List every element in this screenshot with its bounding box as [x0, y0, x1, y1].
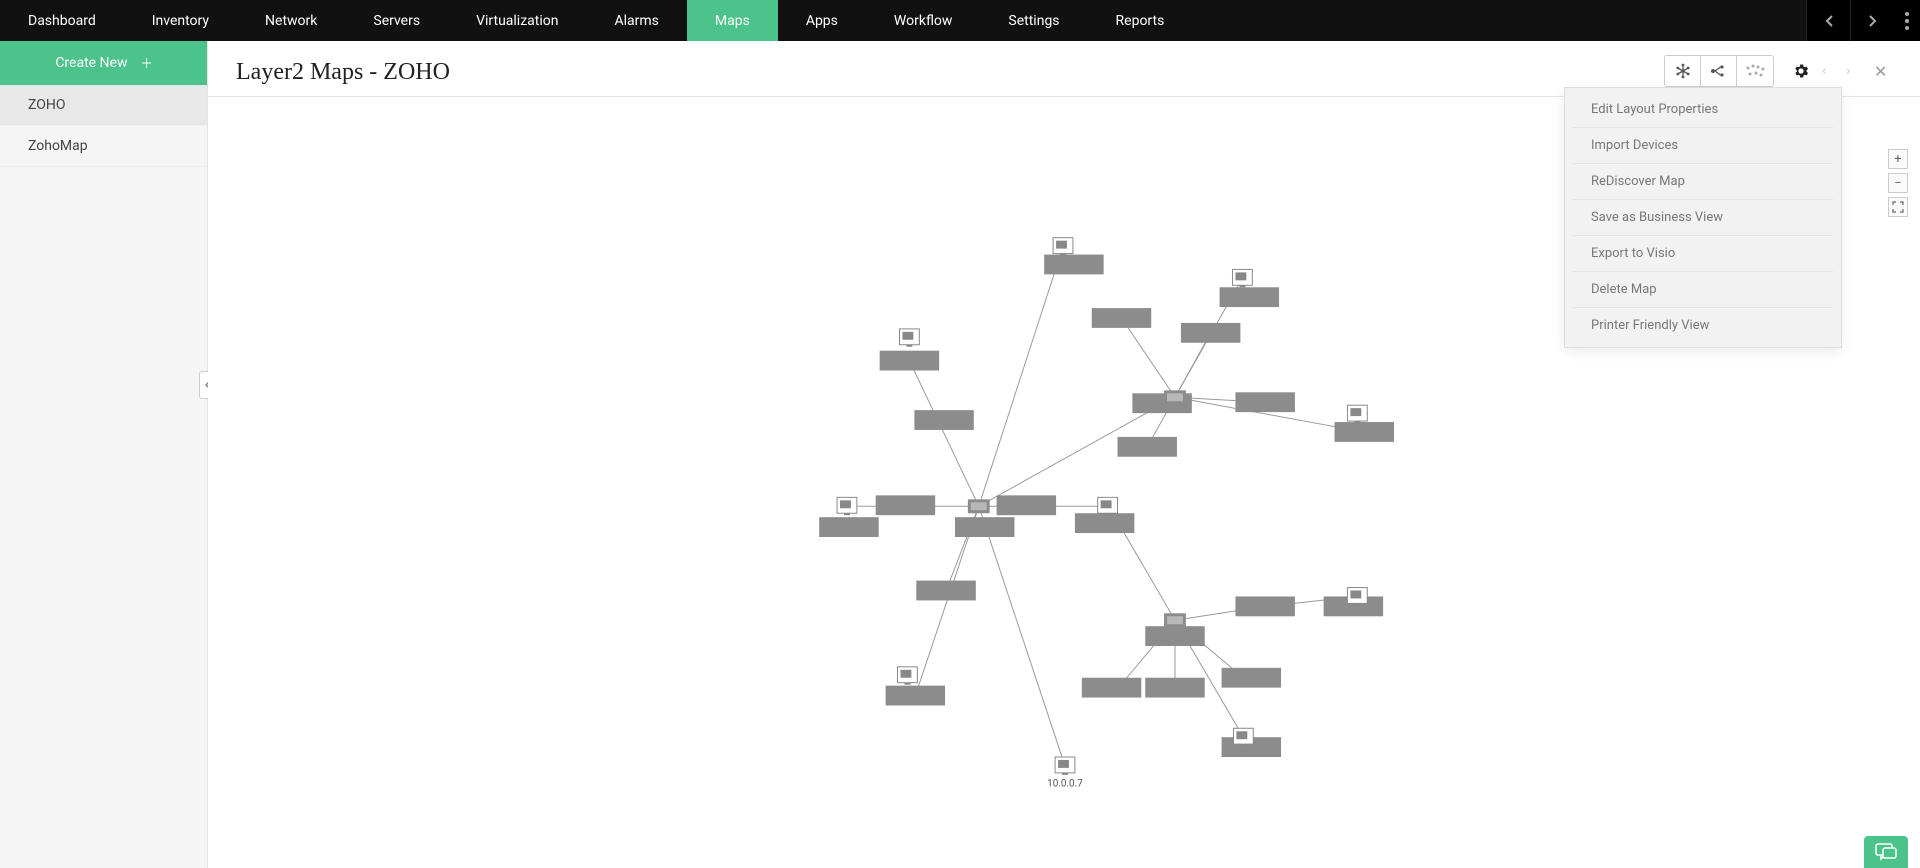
- computer-icon[interactable]: [1233, 728, 1253, 746]
- map-node-box[interactable]: [1082, 678, 1141, 698]
- map-node-box[interactable]: [880, 351, 939, 371]
- map-node-box[interactable]: [1118, 437, 1177, 457]
- close-map-button[interactable]: ✕: [1874, 62, 1892, 81]
- chat-button[interactable]: [1864, 836, 1908, 868]
- layout-cluster-button[interactable]: [1737, 56, 1773, 86]
- map-node-box[interactable]: [1044, 255, 1103, 275]
- nav-tab-workflow[interactable]: Workflow: [866, 0, 981, 41]
- sidebar: Create New + ZOHOZohoMap: [0, 41, 208, 868]
- map-node-box[interactable]: [955, 517, 1014, 537]
- top-nav-right: [1806, 0, 1920, 41]
- map-node-box[interactable]: [1145, 626, 1204, 646]
- map-node-box[interactable]: [1222, 668, 1281, 688]
- main-panel: Layer2 Maps - ZOHO ‹ › ✕ + − Edit Layou: [208, 41, 1920, 868]
- nav-tab-maps[interactable]: Maps: [687, 0, 778, 41]
- layout-tool-group: [1664, 55, 1774, 87]
- computer-icon[interactable]: [1347, 405, 1367, 423]
- map-node-box[interactable]: [1235, 596, 1294, 616]
- computer-icon[interactable]: [1055, 757, 1075, 775]
- map-node-box[interactable]: [1181, 323, 1240, 343]
- nav-tab-alarms[interactable]: Alarms: [586, 0, 686, 41]
- switch-icon[interactable]: [1164, 613, 1186, 627]
- create-new-label: Create New: [55, 55, 127, 71]
- nav-tab-network[interactable]: Network: [237, 0, 345, 41]
- layout-tree-button[interactable]: [1701, 56, 1737, 86]
- computer-icon[interactable]: [898, 667, 918, 685]
- switch-icon[interactable]: [1164, 390, 1186, 404]
- map-node-box[interactable]: [1075, 513, 1134, 533]
- computer-icon[interactable]: [899, 329, 919, 347]
- switch-icon[interactable]: [968, 499, 990, 513]
- nav-tab-dashboard[interactable]: Dashboard: [0, 0, 124, 41]
- top-nav: DashboardInventoryNetworkServersVirtuali…: [0, 0, 1920, 41]
- map-node-box[interactable]: [997, 495, 1056, 515]
- nav-tab-reports[interactable]: Reports: [1088, 0, 1193, 41]
- map-node-box[interactable]: [1092, 308, 1151, 328]
- map-canvas[interactable]: 10.0.0.7: [208, 95, 1920, 868]
- nav-tab-inventory[interactable]: Inventory: [124, 0, 237, 41]
- map-node-box[interactable]: [876, 495, 935, 515]
- map-edge: [909, 361, 978, 507]
- map-node-box[interactable]: [1335, 422, 1394, 442]
- map-node-box[interactable]: [886, 686, 945, 706]
- computer-icon[interactable]: [837, 497, 857, 515]
- computer-icon[interactable]: [1232, 269, 1252, 287]
- nav-prev-button[interactable]: [1806, 0, 1850, 41]
- sidebar-item-zoho[interactable]: ZOHO: [0, 85, 207, 126]
- map-edge: [979, 247, 1063, 507]
- settings-gear-button[interactable]: [1786, 56, 1816, 86]
- computer-icon[interactable]: [1098, 497, 1118, 515]
- map-edge: [1121, 318, 1175, 397]
- overflow-menu-button[interactable]: [1894, 0, 1920, 41]
- sidebar-item-zohomap[interactable]: ZohoMap: [0, 126, 207, 167]
- nav-next-button[interactable]: [1850, 0, 1894, 41]
- nav-tab-virtualization[interactable]: Virtualization: [448, 0, 586, 41]
- computer-icon[interactable]: [1347, 588, 1367, 606]
- nav-tab-apps[interactable]: Apps: [778, 0, 866, 41]
- map-node-box[interactable]: [819, 517, 878, 537]
- map-toolbar: ‹ › ✕: [1664, 55, 1892, 87]
- create-new-button[interactable]: Create New +: [0, 41, 207, 85]
- computer-icon[interactable]: [1053, 238, 1073, 256]
- plus-icon: +: [142, 53, 152, 74]
- map-node-box[interactable]: [1235, 392, 1294, 412]
- nav-tab-settings[interactable]: Settings: [980, 0, 1087, 41]
- nav-tab-servers[interactable]: Servers: [345, 0, 448, 41]
- map-node-box[interactable]: [914, 410, 973, 430]
- map-node-box[interactable]: [916, 581, 975, 601]
- map-node-box[interactable]: [1145, 678, 1204, 698]
- map-node-label: 10.0.0.7: [1047, 779, 1083, 790]
- prev-map-button[interactable]: ‹: [1822, 63, 1840, 79]
- layout-radial-button[interactable]: [1665, 56, 1701, 86]
- map-edge: [979, 506, 1065, 766]
- map-node-box[interactable]: [1220, 287, 1279, 307]
- next-map-button[interactable]: ›: [1846, 63, 1864, 79]
- page-title: Layer2 Maps - ZOHO: [236, 59, 450, 86]
